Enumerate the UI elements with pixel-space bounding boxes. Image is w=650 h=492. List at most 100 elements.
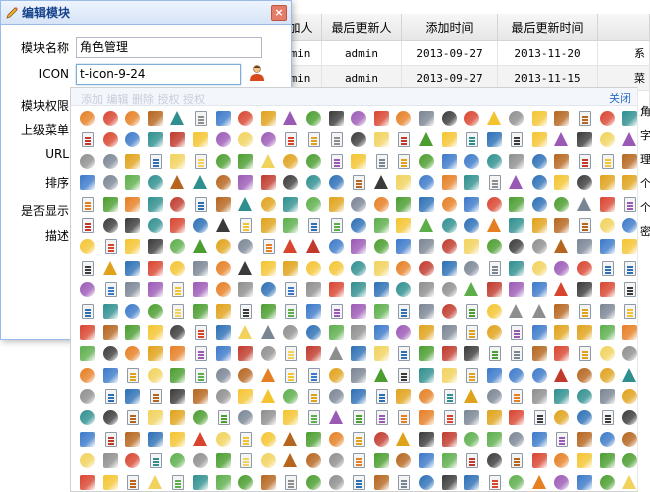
picker-icon[interactable] [396,196,412,212]
picker-icon[interactable] [531,324,547,340]
picker-icon[interactable] [373,132,389,148]
picker-icon[interactable] [125,175,141,191]
picker-icon[interactable] [240,303,253,319]
picker-icon[interactable] [373,282,389,298]
picker-icon[interactable] [102,153,118,169]
picker-icon[interactable] [305,303,321,319]
picker-icon[interactable] [599,303,615,319]
picker-icon[interactable] [375,389,388,405]
header-cell[interactable] [598,14,650,40]
picker-icon[interactable] [398,346,411,362]
picker-icon[interactable] [80,410,95,426]
picker-icon[interactable] [285,474,298,490]
picker-icon[interactable] [398,474,411,490]
picker-icon[interactable] [125,239,141,255]
picker-icon[interactable] [194,324,207,340]
picker-icon[interactable] [104,282,117,298]
picker-icon[interactable] [147,175,163,191]
picker-icon[interactable] [441,260,457,276]
picker-icon[interactable] [80,175,95,191]
picker-icon[interactable] [466,132,479,148]
picker-icon[interactable] [441,431,457,447]
picker-icon[interactable] [486,410,502,426]
picker-icon[interactable] [328,282,344,298]
picker-icon[interactable] [238,389,254,405]
picker-icon[interactable] [418,132,433,147]
picker-icon[interactable] [125,303,141,319]
picker-icon[interactable] [238,282,254,298]
picker-icon[interactable] [192,389,208,405]
picker-icon[interactable] [125,217,141,233]
picker-icon[interactable] [531,175,547,191]
picker-icon[interactable] [260,260,276,276]
picker-icon[interactable] [441,239,457,255]
picker-icon[interactable] [398,410,411,426]
picker-icon[interactable] [509,260,525,276]
picker-icon[interactable] [305,453,321,469]
picker-icon[interactable] [102,303,118,319]
picker-icon[interactable] [373,324,389,340]
picker-icon[interactable] [260,132,276,148]
picker-icon[interactable] [170,453,186,469]
picker-icon[interactable] [240,431,253,447]
picker-icon[interactable] [192,132,208,148]
picker-icon[interactable] [104,389,117,405]
header-cell[interactable]: 最后更新人 [322,14,402,40]
picker-icon[interactable] [147,303,163,319]
picker-icon[interactable] [577,324,593,340]
picker-icon[interactable] [192,260,208,276]
picker-icon[interactable] [509,431,525,447]
picker-icon[interactable] [283,175,299,191]
picker-icon[interactable] [170,260,186,276]
picker-icon[interactable] [554,453,570,469]
picker-icon[interactable] [441,282,457,298]
picker-icon[interactable] [579,111,592,126]
picker-icon[interactable] [554,346,570,362]
picker-icon[interactable] [396,324,412,340]
picker-icon[interactable] [373,260,389,276]
picker-icon[interactable] [127,367,140,383]
picker-icon[interactable] [464,196,480,212]
picker-icon[interactable] [215,217,230,232]
picker-icon[interactable] [82,196,94,212]
picker-icon[interactable] [486,153,502,169]
picker-icon[interactable] [170,132,186,148]
picker-icon[interactable] [464,474,480,490]
picker-icon[interactable] [170,153,186,169]
picker-icon[interactable] [373,111,389,126]
picker-icon[interactable] [172,303,185,319]
picker-icon[interactable] [125,346,141,362]
picker-icon[interactable] [283,410,299,426]
picker-icon[interactable] [599,346,615,362]
picker-icon[interactable] [554,175,570,191]
picker-icon[interactable] [305,324,321,340]
picker-icon[interactable] [441,175,457,191]
picker-icon[interactable] [418,175,434,191]
picker-icon[interactable] [554,239,569,254]
picker-icon[interactable] [464,217,480,233]
picker-icon[interactable] [328,474,344,490]
picker-icon[interactable] [441,217,457,233]
picker-icon[interactable] [509,410,525,426]
picker-icon[interactable] [307,217,320,233]
picker-icon[interactable] [194,367,207,383]
picker-icon[interactable] [285,132,298,148]
picker-icon[interactable] [509,367,525,383]
picker-icon[interactable] [80,346,95,362]
picker-icon[interactable] [149,153,162,169]
picker-icon[interactable] [509,153,525,169]
picker-icon[interactable] [260,346,276,362]
picker-icon[interactable] [172,474,185,490]
picker-icon[interactable] [531,196,547,212]
picker-icon[interactable] [147,474,162,489]
picker-icon[interactable] [624,260,637,276]
picker-icon[interactable] [102,217,118,233]
picker-icon[interactable] [622,111,638,126]
picker-icon[interactable] [373,367,388,382]
picker-icon[interactable] [260,453,276,469]
picker-icon[interactable] [127,474,140,490]
picker-icon[interactable] [215,453,231,469]
picker-icon[interactable] [147,282,163,298]
picker-icon[interactable] [486,217,501,232]
picker-icon[interactable] [531,367,547,383]
